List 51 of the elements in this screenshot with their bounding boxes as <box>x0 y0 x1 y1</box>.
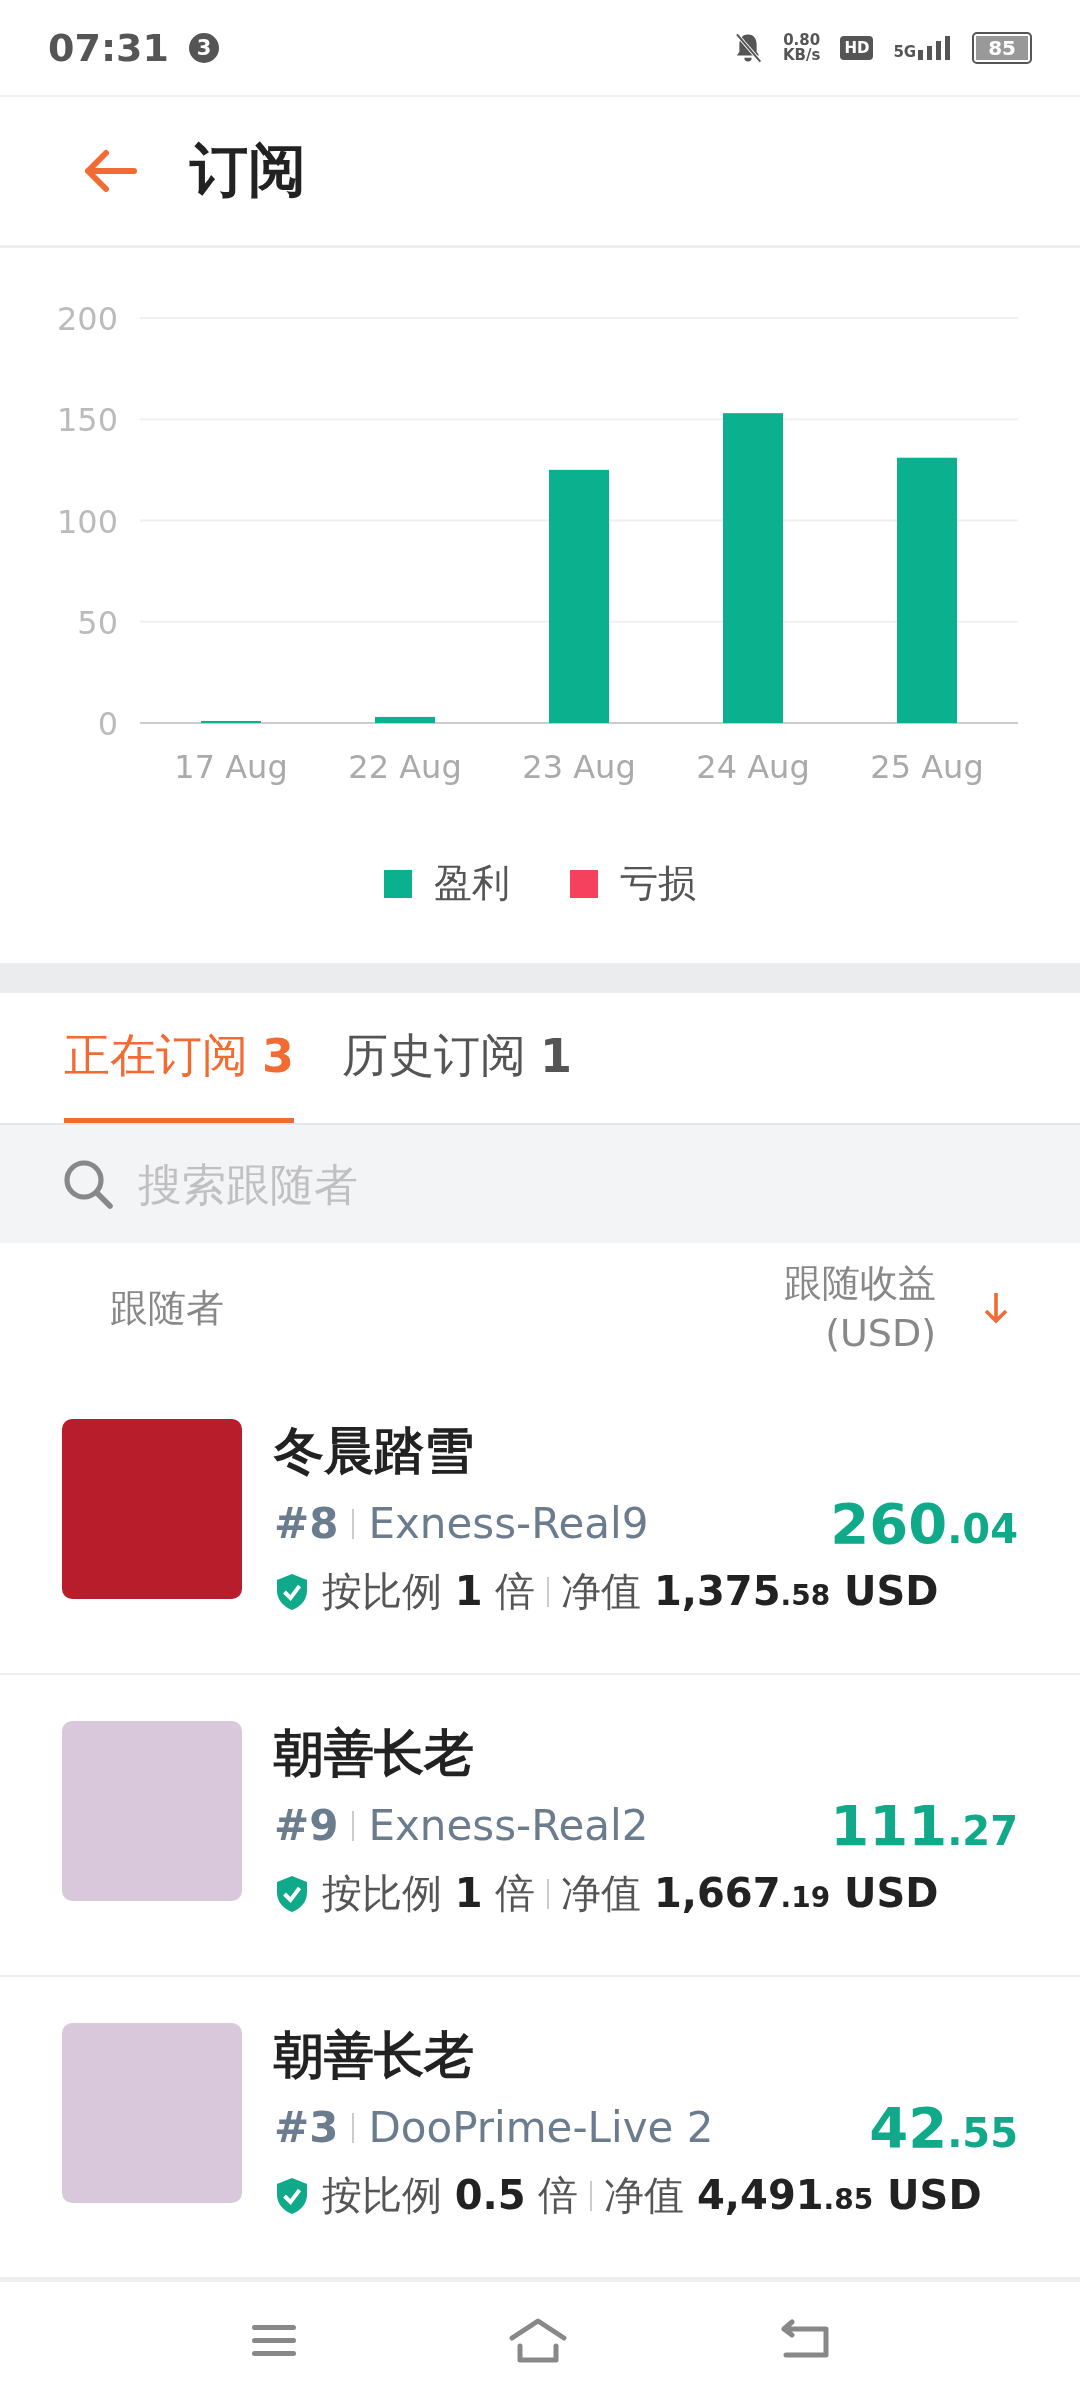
verified-shield-icon <box>274 1571 310 1612</box>
y-axis-label: 150 <box>56 401 118 440</box>
legend-swatch <box>384 869 412 898</box>
column-header[interactable]: 跟随收益 (USD) <box>784 1258 936 1358</box>
x-axis-label: 24 Aug <box>696 748 810 786</box>
rank: #3 <box>274 2103 339 2152</box>
x-axis-label: 22 Aug <box>348 748 462 786</box>
server-name: Exness-Real9 <box>368 1499 649 1548</box>
verified-shield-icon <box>274 1873 310 1914</box>
equity: 净值 1,667.19 USD <box>561 1869 939 1918</box>
follower-name: 朝善长老 <box>274 2025 475 2086</box>
rank: #9 <box>274 1801 339 1850</box>
y-axis-label: 0 <box>97 705 118 743</box>
status-time: 07:31 <box>48 25 169 70</box>
server-name: Exness-Real2 <box>368 1801 649 1850</box>
legend-label: 盈利 <box>434 860 510 907</box>
sort-down-arrow-icon[interactable] <box>982 1291 1010 1325</box>
y-axis-label: 200 <box>56 300 118 338</box>
legend-swatch <box>570 869 598 898</box>
home-icon[interactable] <box>508 2318 568 2364</box>
column-header: 跟随者 <box>110 1284 224 1332</box>
verified-shield-icon <box>274 2175 310 2216</box>
battery-level: 85 <box>972 31 1032 64</box>
back-arrow-icon[interactable] <box>82 149 138 193</box>
profit-amount: 42.55 <box>869 2095 1018 2160</box>
copy-ratio: 按比例 0.5 倍 <box>322 2171 579 2220</box>
x-axis-label: 17 Aug <box>174 748 288 786</box>
legend-label: 亏损 <box>620 860 696 907</box>
network-speed: 0.80 KB/s <box>782 32 821 63</box>
search-icon <box>62 1158 114 1210</box>
network-type: 5G <box>893 44 917 60</box>
page-title: 订阅 <box>190 135 306 206</box>
equity: 净值 4,491.85 USD <box>604 2171 982 2220</box>
copy-ratio: 按比例 1 倍 <box>322 1567 536 1616</box>
follower-name: 朝善长老 <box>274 1723 475 1784</box>
server-name: DooPrime-Live 2 <box>368 2103 714 2152</box>
y-axis-label: 100 <box>56 502 118 541</box>
profit-amount: 260.04 <box>830 1491 1018 1556</box>
y-axis-label: 50 <box>77 603 118 642</box>
bar <box>375 716 435 723</box>
notification-count: 3 <box>188 32 219 63</box>
rank: #8 <box>274 1499 339 1548</box>
tab[interactable]: 历史订阅 1 <box>342 993 573 1123</box>
x-axis-label: 23 Aug <box>522 748 636 786</box>
hd-badge: HD <box>840 35 874 60</box>
profit-amount: 111.27 <box>830 1793 1018 1858</box>
x-axis-label: 25 Aug <box>870 748 984 786</box>
follower-name: 冬晨踏雪 <box>274 1421 475 1482</box>
copy-ratio: 按比例 1 倍 <box>322 1869 536 1918</box>
equity: 净值 1,375.58 USD <box>561 1567 939 1616</box>
signal-icon <box>918 35 953 60</box>
